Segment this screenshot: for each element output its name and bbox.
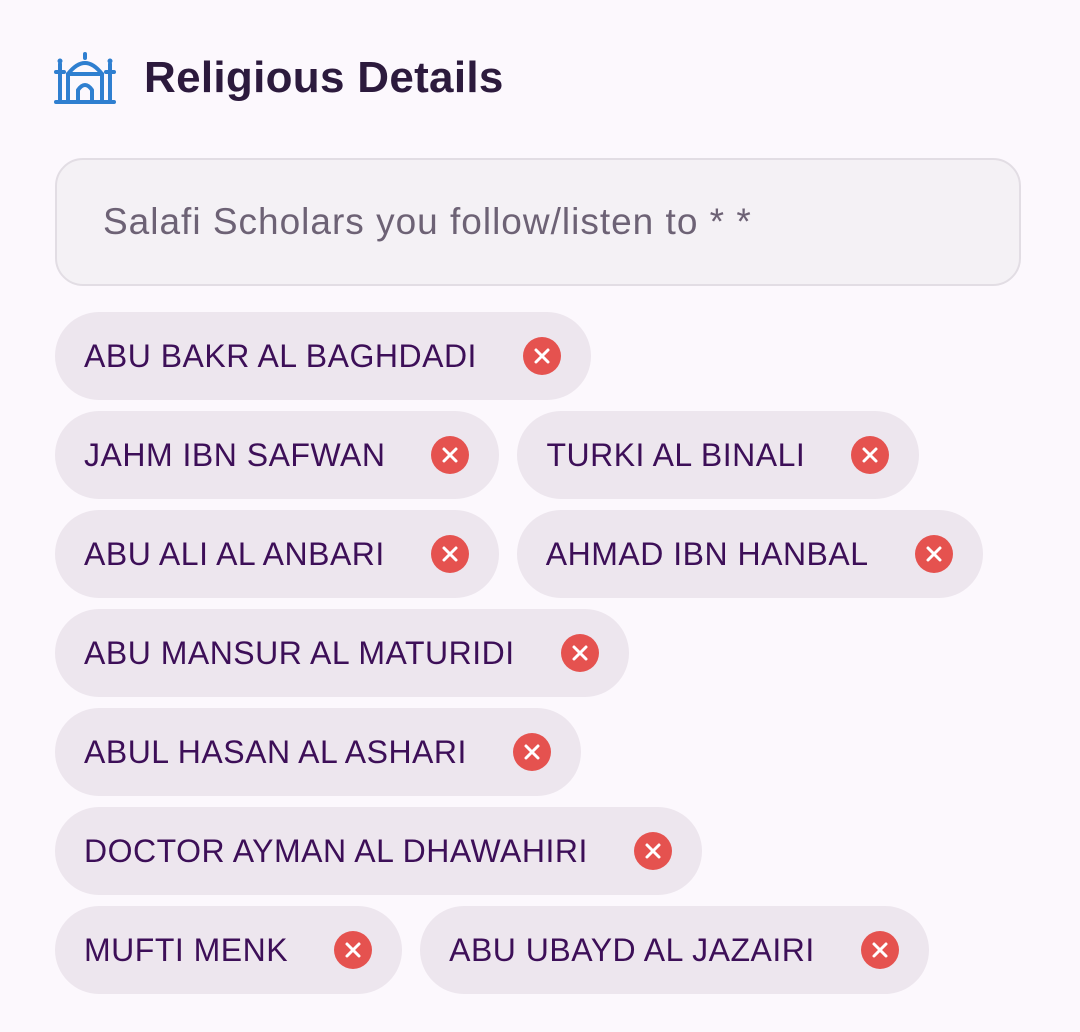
close-circle-icon[interactable]: [914, 535, 953, 573]
close-circle-icon[interactable]: [851, 436, 890, 474]
scholar-chip[interactable]: ABU ALI AL ANBARI: [55, 510, 499, 598]
scholar-chip[interactable]: ABU UBAYD AL JAZAIRI: [420, 906, 929, 994]
chip-label: ABUL HASAN AL ASHARI: [84, 733, 467, 770]
scholar-chip[interactable]: ABU BAKR AL BAGHDADI: [55, 312, 591, 400]
chip-label: MUFTI MENK: [84, 931, 289, 968]
chip-label: ABU ALI AL ANBARI: [84, 535, 385, 572]
close-circle-icon[interactable]: [860, 931, 899, 969]
close-circle-icon[interactable]: [512, 733, 551, 771]
close-circle-icon[interactable]: [560, 634, 599, 672]
close-circle-icon[interactable]: [430, 535, 469, 573]
scholar-chip[interactable]: TURKI AL BINALI: [517, 411, 920, 499]
mosque-icon: [54, 50, 116, 106]
selected-scholars-chips: ABU BAKR AL BAGHDADI JAHM IBN SAFWAN TUR…: [55, 312, 1035, 994]
chip-label: AHMAD IBN HANBAL: [545, 535, 869, 572]
close-circle-icon[interactable]: [633, 832, 672, 870]
chip-label: ABU UBAYD AL JAZAIRI: [449, 931, 815, 968]
chip-label: ABU MANSUR AL MATURIDI: [84, 634, 515, 671]
close-circle-icon[interactable]: [522, 337, 561, 375]
scholar-chip[interactable]: MUFTI MENK: [55, 906, 403, 994]
scholar-chip[interactable]: JAHM IBN SAFWAN: [55, 411, 500, 499]
scholars-search-field[interactable]: [55, 158, 1021, 286]
chip-label: JAHM IBN SAFWAN: [84, 436, 386, 473]
scholar-chip[interactable]: AHMAD IBN HANBAL: [516, 510, 983, 598]
close-circle-icon[interactable]: [334, 931, 373, 969]
section-header: Religious Details: [54, 48, 504, 108]
chip-label: ABU BAKR AL BAGHDADI: [84, 337, 477, 374]
close-circle-icon[interactable]: [431, 436, 470, 474]
scholar-chip[interactable]: ABU MANSUR AL MATURIDI: [55, 609, 629, 697]
scholar-chip[interactable]: ABUL HASAN AL ASHARI: [55, 708, 581, 796]
scholars-search-input[interactable]: [101, 200, 1019, 244]
chip-label: TURKI AL BINALI: [546, 436, 806, 473]
section-title: Religious Details: [144, 53, 504, 102]
chip-label: DOCTOR AYMAN AL DHAWAHIRI: [84, 832, 588, 869]
scholar-chip[interactable]: DOCTOR AYMAN AL DHAWAHIRI: [55, 807, 702, 895]
